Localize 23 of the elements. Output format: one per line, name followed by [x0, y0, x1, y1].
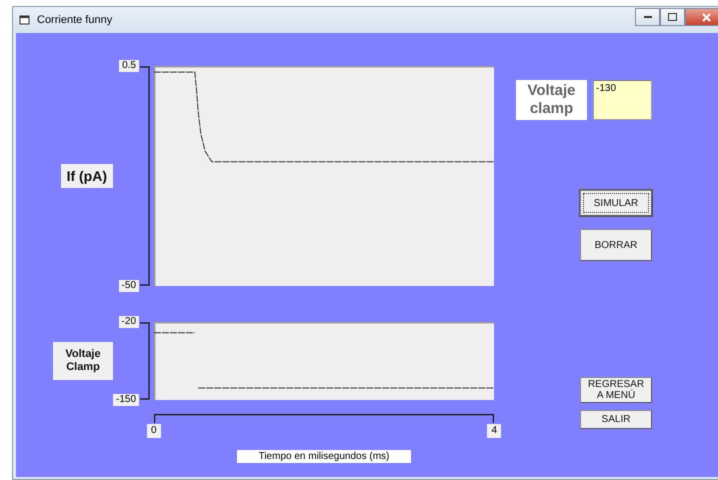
maximize-icon [668, 13, 677, 21]
form-button[interactable]: SALIR [580, 410, 652, 429]
tick-label: 4 [487, 424, 501, 438]
tick-label: -150 [112, 394, 139, 406]
tick-label: -50 [118, 280, 139, 292]
tick-label: -20 [118, 316, 139, 328]
form-button[interactable]: SIMULAR [580, 190, 652, 216]
window-icon [19, 14, 31, 26]
tick-label: 0.5 [119, 60, 139, 72]
tick-label: 0 [147, 424, 161, 438]
field-label: Voltaje clamp [516, 80, 587, 120]
y-axis-title: If (pA) [60, 164, 113, 188]
y-axis-title: Voltaje Clamp [53, 342, 113, 380]
form-button[interactable]: REGRESAR A MENÚ [580, 377, 652, 403]
window-title: Corriente funny [37, 14, 112, 26]
minimize-icon [644, 16, 652, 18]
maximize-button[interactable] [660, 8, 685, 26]
form-button[interactable]: BORRAR [580, 229, 652, 261]
close-icon [702, 12, 710, 22]
close-button[interactable] [685, 8, 718, 26]
voltage-input[interactable]: -130 [593, 80, 652, 120]
minimize-button[interactable] [635, 8, 660, 26]
x-axis-title: Tiempo en milisegundos (ms) [236, 450, 412, 463]
